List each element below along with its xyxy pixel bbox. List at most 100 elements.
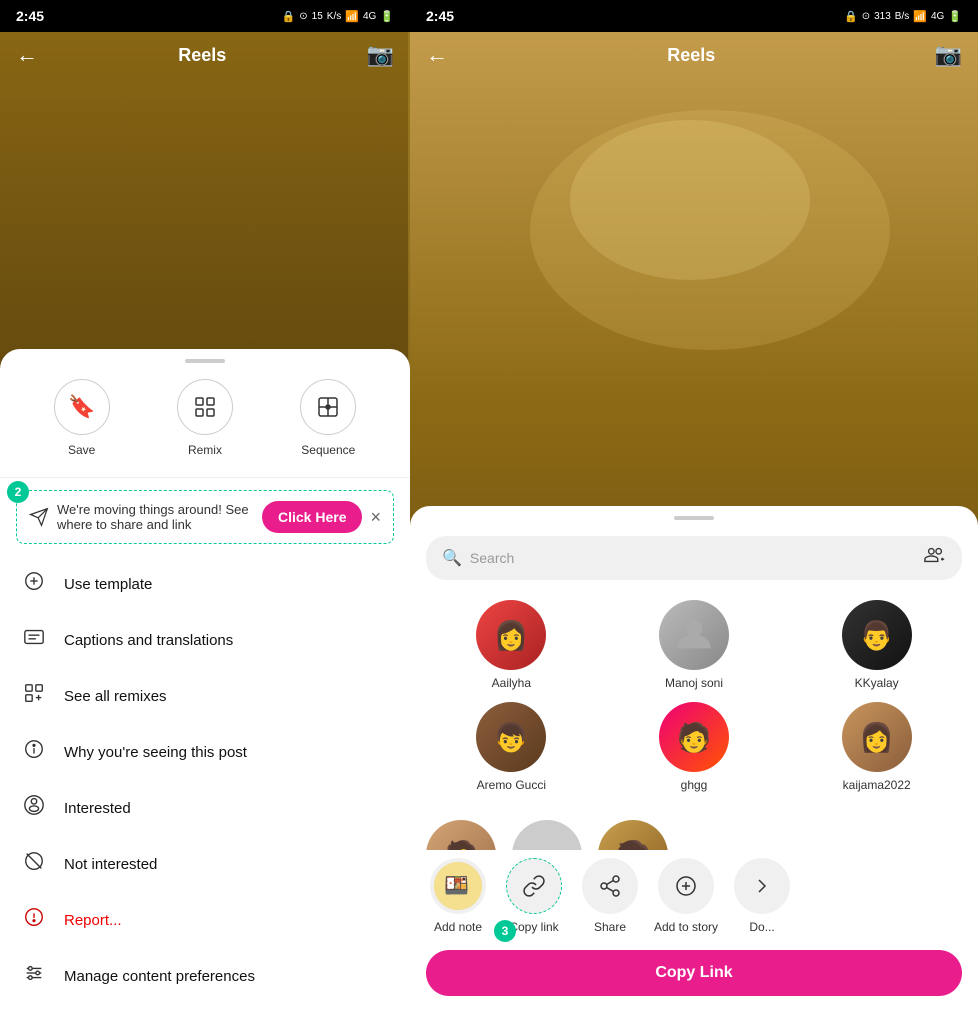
add-note-circle: 🍱: [430, 858, 486, 914]
bottom-sheet-left: 🔖 Save Remix: [0, 349, 410, 1024]
avatar-img-kaijama: 👩: [842, 702, 912, 772]
avatar-ghgg[interactable]: 🧑 ghgg: [609, 702, 780, 792]
avatar-aailyha[interactable]: 👩 Aailyha: [426, 600, 597, 690]
not-interested-item[interactable]: Not interested: [0, 836, 410, 892]
avatar-name-kaijama: kaijama2022: [843, 778, 911, 792]
right-panel: 2:45 🔒 ⊙ 313 B/s 📶 4G 🔋 ← Reels 📷 🔍 Sear…: [410, 0, 978, 1024]
share-actions-row: 🍱 Add note Copy link 3: [410, 850, 978, 942]
save-button[interactable]: 🔖 Save: [54, 379, 110, 457]
partial-avatar-3[interactable]: 🧒: [598, 820, 668, 850]
avatar-img-aremo: 👦: [476, 702, 546, 772]
avatar-name-ghgg: ghgg: [681, 778, 708, 792]
avatar-name-aailyha: Aailyha: [492, 676, 531, 690]
interested-icon: [20, 794, 48, 822]
header-title-right: Reels: [667, 45, 715, 66]
use-template-item[interactable]: Use template: [0, 556, 410, 612]
save-icon: 🔖: [54, 379, 110, 435]
add-story-label: Add to story: [654, 920, 718, 934]
avatar-name-kkyalay: KKyalay: [855, 676, 899, 690]
close-notif-button[interactable]: ×: [370, 507, 381, 528]
sequence-icon: [300, 379, 356, 435]
remix-label: Remix: [188, 443, 222, 457]
copy-link-action[interactable]: Copy link 3: [502, 858, 566, 934]
see-remixes-icon: [20, 682, 48, 710]
why-seeing-label: Why you're seeing this post: [64, 744, 247, 761]
not-interested-label: Not interested: [64, 856, 157, 873]
notif-text: We're moving things around! See where to…: [57, 502, 254, 532]
use-template-icon: [20, 570, 48, 598]
captions-item[interactable]: Captions and translations: [0, 612, 410, 668]
status-icons-left: 🔒 ⊙ 15 K/s 📶 4G 🔋: [282, 10, 394, 23]
why-seeing-icon: [20, 738, 48, 766]
manage-prefs-item[interactable]: Manage content preferences: [0, 948, 410, 1004]
avatar-img-manoj: [659, 600, 729, 670]
step-badge-3: 3: [494, 920, 516, 942]
camera-button-right[interactable]: 📷: [935, 42, 962, 68]
search-icon: 🔍: [442, 548, 462, 568]
interested-label: Interested: [64, 800, 131, 817]
add-person-button[interactable]: [924, 544, 946, 572]
status-icons-right: 🔒 ⊙ 313 B/s 📶 4G 🔋: [844, 10, 962, 23]
share-icon-notif: [29, 507, 49, 527]
see-all-remixes-item[interactable]: See all remixes: [0, 668, 410, 724]
share-label: Share: [594, 920, 626, 934]
avatar-img-ghgg: 🧑: [659, 702, 729, 772]
use-template-label: Use template: [64, 576, 152, 593]
right-header: ← Reels 📷: [410, 32, 978, 78]
click-here-button-left[interactable]: Click Here: [262, 501, 362, 533]
add-story-circle: [658, 858, 714, 914]
avatar-manoj[interactable]: Manoj soni: [609, 600, 780, 690]
more-circle: [734, 858, 790, 914]
svg-text:🍱: 🍱: [444, 875, 469, 897]
not-interested-icon: [20, 850, 48, 878]
avatar-kaijama[interactable]: 👩 kaijama2022: [791, 702, 962, 792]
remix-icon: [177, 379, 233, 435]
copy-link-circle: [506, 858, 562, 914]
remix-button[interactable]: Remix: [177, 379, 233, 457]
sequence-label: Sequence: [301, 443, 355, 457]
avatar-aremo[interactable]: 👦 Aremo Gucci: [426, 702, 597, 792]
notification-banner: 2 We're moving things around! See where …: [16, 490, 394, 544]
share-circle: [582, 858, 638, 914]
step-badge-2: 2: [7, 481, 29, 503]
share-sheet: 🔍 Search 👩 Aailyha: [410, 506, 978, 1024]
add-note-action[interactable]: 🍱 Add note: [426, 858, 490, 934]
add-story-action[interactable]: Add to story: [654, 858, 718, 934]
avatar-name-manoj: Manoj soni: [665, 676, 723, 690]
left-header: ← Reels 📷: [0, 32, 410, 78]
camera-button-left[interactable]: 📷: [367, 42, 394, 68]
captions-label: Captions and translations: [64, 632, 233, 649]
more-action[interactable]: Do...: [730, 858, 794, 934]
why-seeing-item[interactable]: Why you're seeing this post: [0, 724, 410, 780]
add-note-label: Add note: [434, 920, 482, 934]
partial-avatar-1[interactable]: 🧑: [426, 820, 496, 850]
copy-link-big-button[interactable]: Copy Link: [426, 950, 962, 996]
back-button-right[interactable]: ←: [426, 42, 448, 68]
share-search-bar[interactable]: 🔍 Search: [426, 536, 962, 580]
share-action[interactable]: Share: [578, 858, 642, 934]
partial-avatar-row: 🧑 🧒: [410, 800, 978, 850]
manage-prefs-icon: [20, 962, 48, 990]
captions-icon: [20, 626, 48, 654]
see-remixes-label: See all remixes: [64, 688, 167, 705]
interested-item[interactable]: Interested: [0, 780, 410, 836]
left-panel: 2:45 🔒 ⊙ 15 K/s 📶 4G 🔋 ← Reels 📷 🔖 Save: [0, 0, 410, 1024]
report-label: Report...: [64, 912, 122, 929]
time-left: 2:45: [16, 8, 44, 24]
partial-avatar-2[interactable]: [512, 820, 582, 850]
status-bar-right: 2:45 🔒 ⊙ 313 B/s 📶 4G 🔋: [410, 0, 978, 32]
search-placeholder: Search: [470, 550, 916, 566]
avatars-grid: 👩 Aailyha Manoj soni 👨 KKyalay: [410, 592, 978, 800]
avatar-kkyalay[interactable]: 👨 KKyalay: [791, 600, 962, 690]
more-label: Do...: [749, 920, 774, 934]
report-icon: [20, 906, 48, 934]
notif-content: We're moving things around! See where to…: [57, 502, 254, 532]
manage-prefs-label: Manage content preferences: [64, 968, 255, 985]
share-sheet-handle: [674, 516, 714, 520]
report-item[interactable]: Report...: [0, 892, 410, 948]
back-button-left[interactable]: ←: [16, 42, 38, 68]
sheet-handle-left: [185, 359, 225, 363]
sequence-button[interactable]: Sequence: [300, 379, 356, 457]
sheet-top-icons: 🔖 Save Remix: [0, 379, 410, 478]
copy-link-label: Copy link: [509, 920, 558, 934]
